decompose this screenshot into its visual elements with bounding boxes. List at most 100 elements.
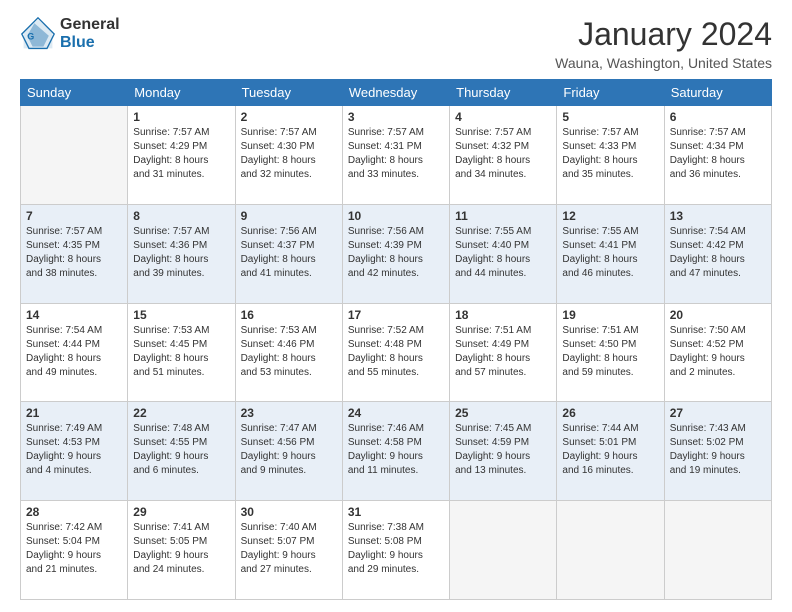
day-number: 3 bbox=[348, 110, 444, 124]
day-number: 30 bbox=[241, 505, 337, 519]
table-row: 15 Sunrise: 7:53 AMSunset: 4:45 PMDayligh… bbox=[128, 303, 235, 402]
day-info: Sunrise: 7:55 AMSunset: 4:40 PMDaylight:… bbox=[455, 225, 551, 281]
day-info: Sunrise: 7:57 AMSunset: 4:33 PMDaylight:… bbox=[562, 126, 658, 182]
day-number: 20 bbox=[670, 308, 766, 322]
day-info: Sunrise: 7:44 AMSunset: 5:01 PMDaylight:… bbox=[562, 422, 658, 478]
day-info: Sunrise: 7:56 AMSunset: 4:39 PMDaylight:… bbox=[348, 225, 444, 281]
day-info: Sunrise: 7:41 AMSunset: 5:05 PMDaylight:… bbox=[133, 521, 229, 577]
logo-text: General Blue bbox=[60, 16, 120, 51]
day-number: 31 bbox=[348, 505, 444, 519]
day-number: 18 bbox=[455, 308, 551, 322]
table-row: 19 Sunrise: 7:51 AMSunset: 4:50 PMDayligh… bbox=[557, 303, 664, 402]
logo-blue: Blue bbox=[60, 34, 120, 52]
header-tuesday: Tuesday bbox=[235, 80, 342, 106]
calendar-week-row: 21 Sunrise: 7:49 AMSunset: 4:53 PMDayligh… bbox=[21, 402, 772, 501]
table-row: 12Sunrise: 7:55 AMSunset: 4:41 PMDayligh… bbox=[557, 204, 664, 303]
table-row bbox=[557, 501, 664, 600]
day-number: 29 bbox=[133, 505, 229, 519]
calendar-table: Sunday Monday Tuesday Wednesday Thursday… bbox=[20, 79, 772, 600]
day-number: 16 bbox=[241, 308, 337, 322]
table-row: 9 Sunrise: 7:56 AMSunset: 4:37 PMDaylight… bbox=[235, 204, 342, 303]
day-number: 8 bbox=[133, 209, 229, 223]
day-number: 25 bbox=[455, 406, 551, 420]
table-row: 5Sunrise: 7:57 AMSunset: 4:33 PMDaylight… bbox=[557, 106, 664, 205]
day-number: 21 bbox=[26, 406, 122, 420]
day-info: Sunrise: 7:53 AMSunset: 4:45 PMDaylight:… bbox=[133, 324, 229, 380]
day-number: 9 bbox=[241, 209, 337, 223]
table-row bbox=[664, 501, 771, 600]
day-number: 15 bbox=[133, 308, 229, 322]
header-sunday: Sunday bbox=[21, 80, 128, 106]
table-row: 7Sunrise: 7:57 AMSunset: 4:35 PMDaylight… bbox=[21, 204, 128, 303]
day-info: Sunrise: 7:53 AMSunset: 4:46 PMDaylight:… bbox=[241, 324, 337, 380]
month-title: January 2024 bbox=[555, 16, 772, 53]
day-number: 23 bbox=[241, 406, 337, 420]
day-number: 24 bbox=[348, 406, 444, 420]
header: G General Blue January 2024 Wauna, Washi… bbox=[20, 16, 772, 71]
header-saturday: Saturday bbox=[664, 80, 771, 106]
day-info: Sunrise: 7:54 AMSunset: 4:44 PMDaylight:… bbox=[26, 324, 122, 380]
header-wednesday: Wednesday bbox=[342, 80, 449, 106]
header-thursday: Thursday bbox=[450, 80, 557, 106]
day-number: 19 bbox=[562, 308, 658, 322]
day-info: Sunrise: 7:51 AMSunset: 4:50 PMDaylight:… bbox=[562, 324, 658, 380]
day-number: 22 bbox=[133, 406, 229, 420]
day-number: 10 bbox=[348, 209, 444, 223]
table-row: 4Sunrise: 7:57 AMSunset: 4:32 PMDaylight… bbox=[450, 106, 557, 205]
day-number: 26 bbox=[562, 406, 658, 420]
page: G General Blue January 2024 Wauna, Washi… bbox=[0, 0, 792, 612]
table-row: 3Sunrise: 7:57 AMSunset: 4:31 PMDaylight… bbox=[342, 106, 449, 205]
day-info: Sunrise: 7:46 AMSunset: 4:58 PMDaylight:… bbox=[348, 422, 444, 478]
day-info: Sunrise: 7:50 AMSunset: 4:52 PMDaylight:… bbox=[670, 324, 766, 380]
svg-text:G: G bbox=[27, 31, 34, 41]
table-row: 20 Sunrise: 7:50 AMSunset: 4:52 PMDayligh… bbox=[664, 303, 771, 402]
table-row: 23Sunrise: 7:47 AMSunset: 4:56 PMDayligh… bbox=[235, 402, 342, 501]
table-row: 11Sunrise: 7:55 AMSunset: 4:40 PMDayligh… bbox=[450, 204, 557, 303]
table-row: 18 Sunrise: 7:51 AMSunset: 4:49 PMDayligh… bbox=[450, 303, 557, 402]
day-number: 17 bbox=[348, 308, 444, 322]
table-row: 6 Sunrise: 7:57 AMSunset: 4:34 PMDaylight… bbox=[664, 106, 771, 205]
day-info: Sunrise: 7:56 AMSunset: 4:37 PMDaylight:… bbox=[241, 225, 337, 281]
table-row: 28Sunrise: 7:42 AMSunset: 5:04 PMDayligh… bbox=[21, 501, 128, 600]
day-info: Sunrise: 7:54 AMSunset: 4:42 PMDaylight:… bbox=[670, 225, 766, 281]
table-row bbox=[21, 106, 128, 205]
table-row: 14 Sunrise: 7:54 AMSunset: 4:44 PMDayligh… bbox=[21, 303, 128, 402]
table-row: 24 Sunrise: 7:46 AMSunset: 4:58 PMDayligh… bbox=[342, 402, 449, 501]
day-number: 7 bbox=[26, 209, 122, 223]
day-info: Sunrise: 7:49 AMSunset: 4:53 PMDaylight:… bbox=[26, 422, 122, 478]
table-row: 2 Sunrise: 7:57 AMSunset: 4:30 PMDaylight… bbox=[235, 106, 342, 205]
day-number: 27 bbox=[670, 406, 766, 420]
day-info: Sunrise: 7:57 AMSunset: 4:30 PMDaylight:… bbox=[241, 126, 337, 182]
day-info: Sunrise: 7:51 AMSunset: 4:49 PMDaylight:… bbox=[455, 324, 551, 380]
day-info: Sunrise: 7:55 AMSunset: 4:41 PMDaylight:… bbox=[562, 225, 658, 281]
day-info: Sunrise: 7:57 AMSunset: 4:34 PMDaylight:… bbox=[670, 126, 766, 182]
day-info: Sunrise: 7:45 AMSunset: 4:59 PMDaylight:… bbox=[455, 422, 551, 478]
table-row: 25 Sunrise: 7:45 AMSunset: 4:59 PMDayligh… bbox=[450, 402, 557, 501]
day-number: 2 bbox=[241, 110, 337, 124]
day-info: Sunrise: 7:52 AMSunset: 4:48 PMDaylight:… bbox=[348, 324, 444, 380]
table-row: 26 Sunrise: 7:44 AMSunset: 5:01 PMDayligh… bbox=[557, 402, 664, 501]
day-number: 4 bbox=[455, 110, 551, 124]
table-row: 31 Sunrise: 7:38 AMSunset: 5:08 PMDayligh… bbox=[342, 501, 449, 600]
day-info: Sunrise: 7:38 AMSunset: 5:08 PMDaylight:… bbox=[348, 521, 444, 577]
calendar-week-row: 14 Sunrise: 7:54 AMSunset: 4:44 PMDayligh… bbox=[21, 303, 772, 402]
day-info: Sunrise: 7:40 AMSunset: 5:07 PMDaylight:… bbox=[241, 521, 337, 577]
table-row bbox=[450, 501, 557, 600]
day-number: 1 bbox=[133, 110, 229, 124]
day-info: Sunrise: 7:43 AMSunset: 5:02 PMDaylight:… bbox=[670, 422, 766, 478]
title-area: January 2024 Wauna, Washington, United S… bbox=[555, 16, 772, 71]
calendar-week-row: 28Sunrise: 7:42 AMSunset: 5:04 PMDayligh… bbox=[21, 501, 772, 600]
day-number: 6 bbox=[670, 110, 766, 124]
logo-icon: G bbox=[20, 16, 56, 52]
table-row: 10 Sunrise: 7:56 AMSunset: 4:39 PMDayligh… bbox=[342, 204, 449, 303]
table-row: 1Sunrise: 7:57 AMSunset: 4:29 PMDaylight… bbox=[128, 106, 235, 205]
table-row: 16 Sunrise: 7:53 AMSunset: 4:46 PMDayligh… bbox=[235, 303, 342, 402]
day-number: 14 bbox=[26, 308, 122, 322]
table-row: 27 Sunrise: 7:43 AMSunset: 5:02 PMDayligh… bbox=[664, 402, 771, 501]
day-number: 28 bbox=[26, 505, 122, 519]
header-monday: Monday bbox=[128, 80, 235, 106]
logo-general: General bbox=[60, 16, 120, 34]
table-row: 30 Sunrise: 7:40 AMSunset: 5:07 PMDayligh… bbox=[235, 501, 342, 600]
calendar-week-row: 1Sunrise: 7:57 AMSunset: 4:29 PMDaylight… bbox=[21, 106, 772, 205]
table-row: 22Sunrise: 7:48 AMSunset: 4:55 PMDayligh… bbox=[128, 402, 235, 501]
